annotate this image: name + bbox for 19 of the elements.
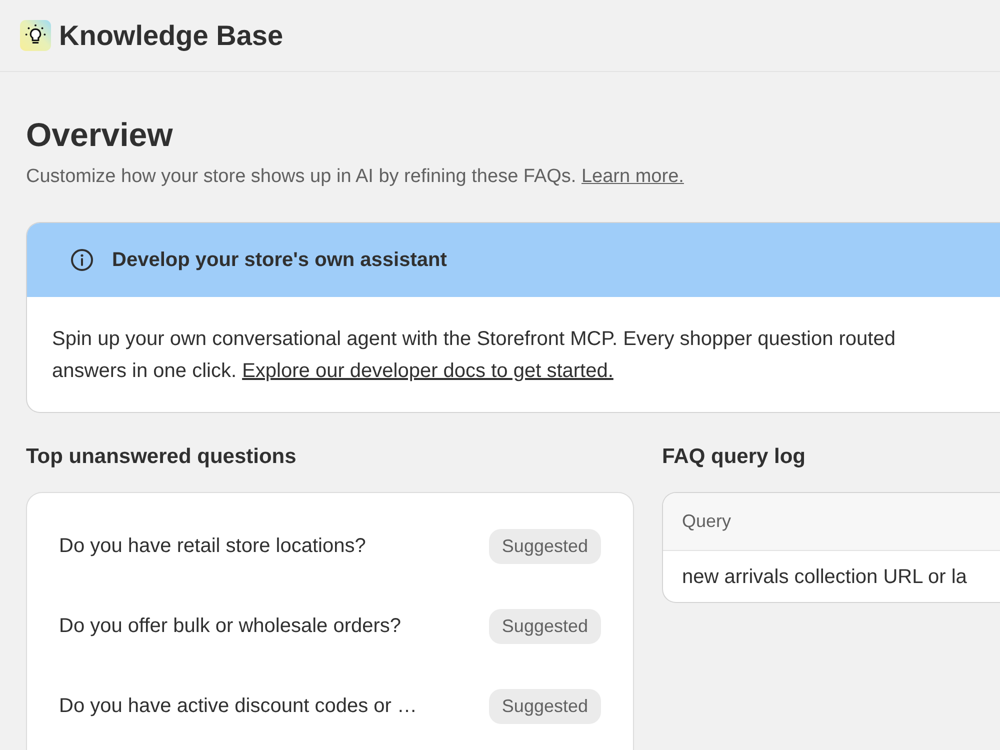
page-title: Overview	[26, 115, 174, 155]
banner-text: Spin up your own conversational agent with the Storefront MCP. Every shopper question routed answers in one click. Explore our developer docs to get started.	[51, 327, 896, 384]
question-text: Do you have retail store locations?	[59, 534, 366, 559]
page-subtitle: Customize how your store shows up in AI by refining these FAQs. Learn more.	[26, 165, 685, 189]
banner-title: Develop your store's own assistant	[112, 248, 447, 272]
section-title: FAQ query log	[662, 444, 807, 470]
lightbulb-logo-icon	[20, 20, 51, 51]
learn-more-link[interactable]: Learn more.	[581, 166, 684, 187]
question-text: Do you offer bulk or wholesale orders?	[59, 614, 402, 639]
question-text: Do you have active discount codes or …	[59, 694, 417, 719]
column-header: Query	[682, 510, 732, 533]
section-title: Top unanswered questions	[26, 444, 298, 470]
suggested-badge: Suggested	[488, 688, 601, 724]
app-title: Knowledge Base	[59, 22, 284, 50]
developer-docs-link[interactable]: Explore our developer docs to get started.	[242, 360, 614, 382]
suggested-badge: Suggested	[488, 608, 601, 644]
info-icon	[70, 248, 94, 272]
suggested-badge: Suggested	[488, 528, 601, 564]
table-cell-text: new arrivals collection URL or la	[682, 564, 967, 590]
